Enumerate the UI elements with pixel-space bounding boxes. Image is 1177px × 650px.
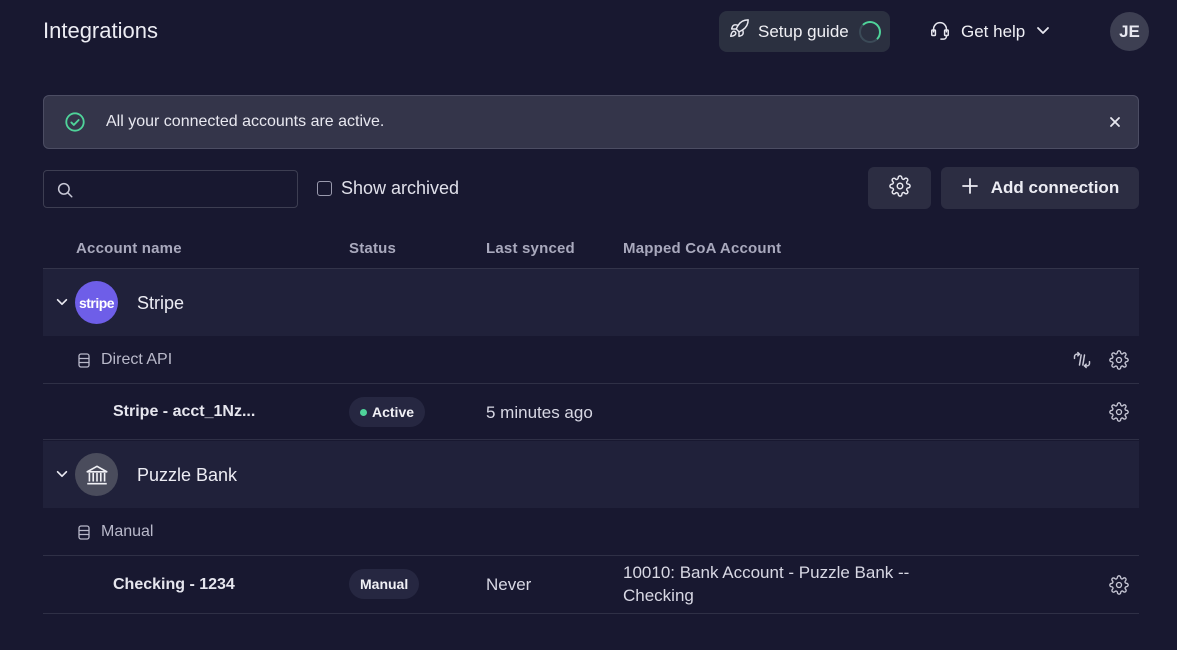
chevron-down-icon [1035, 22, 1051, 43]
column-header-mapped-coa[interactable]: Mapped CoA Account [623, 240, 781, 257]
group-row-stripe[interactable]: stripe Stripe [43, 269, 1139, 336]
banner-message: All your connected accounts are active. [106, 113, 385, 130]
stripe-logo: stripe [75, 281, 118, 324]
mapped-account: 10010: Bank Account - Puzzle Bank -- Che… [623, 563, 910, 605]
column-header-last-synced[interactable]: Last synced [486, 240, 575, 257]
sync-icon[interactable] [1072, 350, 1092, 375]
group-row-puzzle-bank[interactable]: Puzzle Bank [43, 441, 1139, 508]
search-icon [57, 182, 73, 198]
status-banner: All your connected accounts are active. [43, 95, 1139, 149]
account-name[interactable]: Checking - 1234 [113, 576, 235, 594]
show-archived-toggle[interactable]: Show archived [317, 178, 459, 199]
last-synced: Never [486, 575, 532, 594]
search-box [43, 170, 298, 208]
status-badge: Manual [349, 569, 420, 599]
headset-icon [929, 19, 951, 46]
gear-icon[interactable] [1109, 350, 1129, 375]
page-title: Integrations [43, 18, 158, 43]
get-help-button[interactable]: Get help [929, 16, 1051, 48]
get-help-label: Get help [961, 22, 1026, 41]
status-badge: Active [349, 397, 426, 427]
gear-icon[interactable] [1109, 575, 1129, 600]
group-name: Puzzle Bank [137, 465, 238, 485]
last-synced: 5 minutes ago [486, 403, 593, 422]
connection-type-label: Direct API [101, 351, 173, 368]
bank-icon [75, 453, 118, 496]
connection-type-label: Manual [101, 523, 154, 540]
gear-icon[interactable] [1109, 402, 1129, 427]
plus-icon [961, 177, 979, 200]
gear-icon [888, 174, 911, 202]
add-connection-label: Add connection [990, 178, 1120, 197]
group-name: Stripe [137, 293, 185, 313]
column-header-status[interactable]: Status [349, 240, 396, 257]
setup-guide-label: Setup guide [758, 21, 849, 41]
chevron-down-icon[interactable] [55, 467, 69, 486]
check-circle-icon [64, 111, 86, 138]
settings-button[interactable] [868, 167, 931, 209]
setup-guide-button[interactable]: Setup guide [719, 11, 890, 52]
table-row[interactable]: Checking - 1234 Manual Never 10010: Bank… [43, 556, 1139, 614]
add-connection-button[interactable]: Add connection [941, 167, 1139, 209]
user-avatar[interactable]: JE [1110, 12, 1149, 51]
status-dot-icon [360, 408, 367, 416]
progress-spinner-icon [859, 20, 881, 43]
chevron-down-icon[interactable] [55, 295, 69, 314]
connection-row: Manual [43, 508, 1139, 556]
database-icon [78, 353, 90, 373]
show-archived-checkbox[interactable] [317, 181, 332, 196]
account-name[interactable]: Stripe - acct_1Nz... [113, 403, 255, 421]
search-input[interactable] [80, 177, 289, 203]
close-icon[interactable] [1106, 113, 1124, 136]
status-badge-label: Manual [360, 576, 409, 592]
database-icon [78, 525, 90, 545]
connection-row: Direct API [43, 336, 1139, 384]
rocket-icon [728, 18, 750, 45]
column-header-account-name[interactable]: Account name [76, 240, 182, 257]
status-badge-label: Active [372, 404, 415, 420]
show-archived-label: Show archived [341, 178, 460, 198]
table-row[interactable]: Stripe - acct_1Nz... Active 5 minutes ag… [43, 384, 1139, 440]
